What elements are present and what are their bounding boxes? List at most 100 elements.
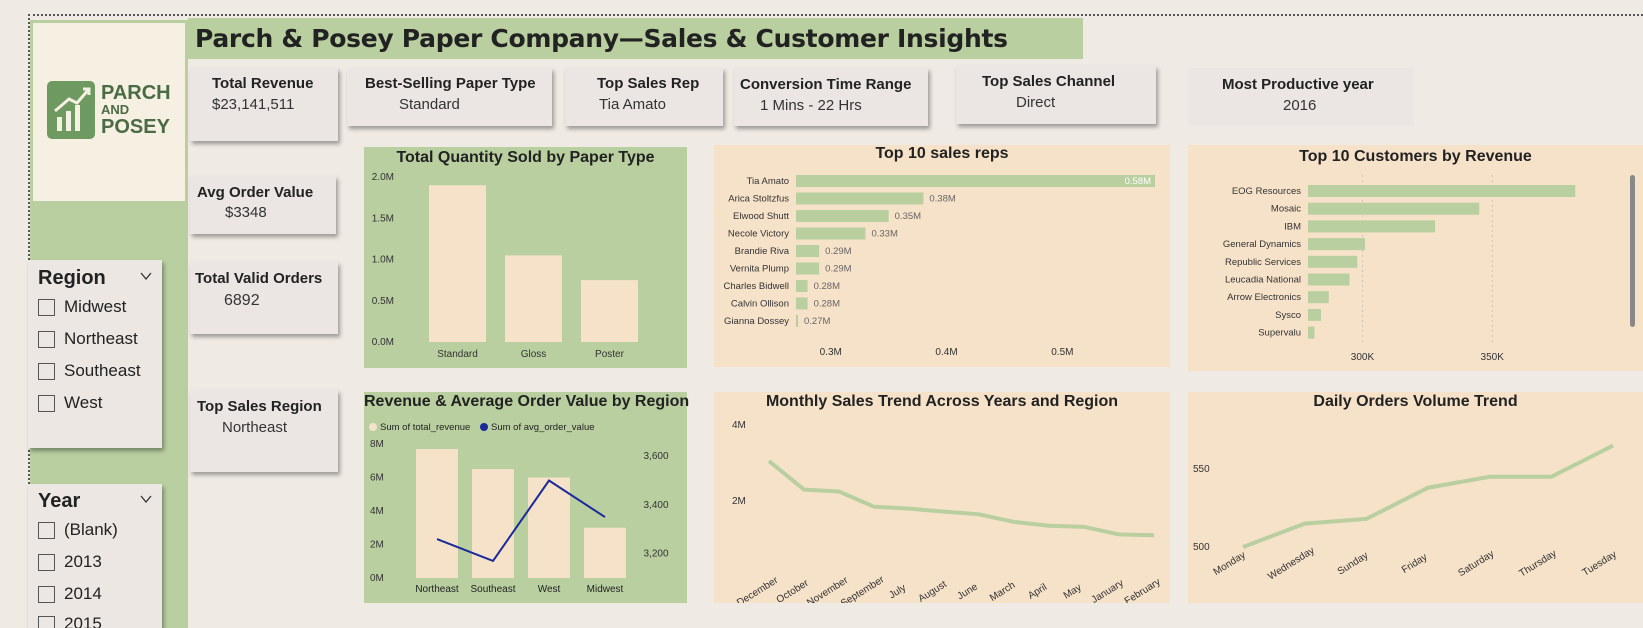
quantity-by-paper-type-chart[interactable]: Total Quantity Sold by Paper Type 0.0M 0.… <box>364 147 687 368</box>
checkbox[interactable] <box>38 521 55 539</box>
region-option-west[interactable]: West <box>38 393 102 413</box>
y-tick-label: 0.0M <box>372 337 394 348</box>
bar <box>796 175 1155 187</box>
kpi-value: 1 Mins - 22 Hrs <box>760 97 862 114</box>
legend-marker <box>480 423 488 431</box>
kpi-label: Total Revenue <box>212 75 314 92</box>
kpi-label: Top Sales Channel <box>982 73 1116 90</box>
kpi-total-valid-orders[interactable]: Total Valid Orders 6892 <box>190 262 338 334</box>
kpi-productive-year[interactable]: Most Productive year 2016 <box>1188 68 1414 126</box>
y-tick-label: 8M <box>370 439 384 450</box>
year-option-blank[interactable]: (Blank) <box>38 520 118 540</box>
bar <box>796 262 820 275</box>
bar <box>429 185 486 342</box>
daily-orders-trend-chart[interactable]: Daily Orders Volume Trend 500 550 Monday We… <box>1188 392 1643 603</box>
series-line <box>1242 443 1614 549</box>
kpi-value: Tia Amato <box>599 96 666 113</box>
x-tick-label: Wednesday <box>1266 545 1316 582</box>
top-customers-chart[interactable]: Top 10 Customers by Revenue EOG Resource… <box>1188 145 1643 371</box>
chevron-down-icon[interactable] <box>140 493 152 505</box>
x-tick-label: 0.5M <box>1051 347 1073 358</box>
company-logo: PARCH AND POSEY <box>30 20 188 204</box>
checkbox[interactable] <box>38 615 55 628</box>
data-label: 0.58M <box>1125 176 1151 187</box>
y-tick-label: 4M <box>732 420 746 431</box>
x-tick-label: Tuesday <box>1581 549 1619 578</box>
chart-plot: 500 550 Monday Wednesday Sunday Friday Saturda… <box>1193 443 1619 582</box>
x-tick-label: March <box>988 580 1017 603</box>
category-label: Arica Stoltzfus <box>728 194 789 205</box>
category-label: EOG Resources <box>1232 186 1301 197</box>
chart-plot: 2M4MDecemberOctoberNovemberSeptember July… <box>732 420 1163 603</box>
bar <box>796 315 798 327</box>
x-tick-label: Midwest <box>587 584 624 595</box>
y-tick-label: 2M <box>370 540 384 551</box>
kpi-total-revenue[interactable]: Total Revenue $23,141,511 <box>190 68 338 141</box>
logo-text: PARCH AND POSEY <box>101 82 171 138</box>
bar <box>528 477 570 578</box>
category-label: General Dynamics <box>1223 239 1301 250</box>
chevron-down-icon[interactable] <box>140 270 152 282</box>
bar <box>796 192 924 205</box>
bar <box>796 245 820 257</box>
category-label: Tia Amato <box>747 176 789 187</box>
y-tick-label: 1.5M <box>372 213 394 224</box>
bar <box>796 280 808 292</box>
category-label: Mosaic <box>1271 204 1301 215</box>
year-option-2014[interactable]: 2014 <box>38 584 102 604</box>
monthly-sales-trend-chart[interactable]: Monthly Sales Trend Across Years and Reg… <box>714 392 1170 603</box>
top-sales-reps-chart[interactable]: Top 10 sales reps Tia Amato 0.58M Arica St… <box>714 145 1170 367</box>
x-tick-label: 0.4M <box>935 347 957 358</box>
series-line <box>767 459 1155 538</box>
year-option-2013[interactable]: 2013 <box>38 552 102 572</box>
checkbox[interactable] <box>38 394 55 412</box>
y-tick-label: 4M <box>370 506 384 517</box>
x-tick-label: July <box>887 583 908 602</box>
region-option-southeast[interactable]: Southeast <box>38 361 141 381</box>
checkbox[interactable] <box>38 298 55 316</box>
kpi-conversion-time[interactable]: Conversion Time Range 1 Mins - 22 Hrs <box>734 68 928 126</box>
region-slicer[interactable]: Region Midwest Northeast Southeast West <box>28 260 162 448</box>
kpi-top-sales-region[interactable]: Top Sales Region Northeast <box>190 390 338 472</box>
year-option-2015[interactable]: 2015 <box>38 614 102 628</box>
y-tick-label: 6M <box>370 473 384 484</box>
bar <box>581 280 638 342</box>
scrollbar[interactable] <box>1630 175 1635 327</box>
legend-marker <box>369 423 377 431</box>
region-option-northeast[interactable]: Northeast <box>38 329 138 349</box>
category-label: Calvin Ollison <box>731 299 789 310</box>
kpi-avg-order-value[interactable]: Avg Order Value $3348 <box>190 176 336 234</box>
checkbox[interactable] <box>38 585 55 603</box>
category-label: Sysco <box>1275 310 1301 321</box>
category-label: Vernita Plump <box>730 264 789 275</box>
x-tick-label: West <box>538 584 561 595</box>
y2-tick-label: 3,400 <box>643 500 668 511</box>
y-tick-label: 500 <box>1193 542 1210 553</box>
kpi-value: 2016 <box>1283 97 1317 114</box>
kpi-top-sales-channel[interactable]: Top Sales Channel Direct <box>956 66 1156 124</box>
kpi-best-selling-paper[interactable]: Best-Selling Paper Type Standard <box>347 68 552 126</box>
checkbox[interactable] <box>38 553 55 571</box>
x-tick-label: 350K <box>1481 352 1505 363</box>
kpi-label: Top Sales Rep <box>597 75 700 92</box>
bar <box>1308 326 1315 339</box>
data-label: 0.27M <box>804 316 830 327</box>
kpi-label: Best-Selling Paper Type <box>365 75 536 92</box>
year-slicer[interactable]: Year (Blank) 2013 2014 2015 <box>28 484 162 628</box>
x-tick-label: 0.3M <box>820 347 842 358</box>
category-label: Charles Bidwell <box>724 281 789 292</box>
revenue-aov-by-region-chart[interactable]: Revenue & Average Order Value by Region … <box>364 392 689 603</box>
chart-plot: EOG Resources Mosaic IBM General Dynamics Re… <box>1223 175 1576 363</box>
kpi-top-sales-rep[interactable]: Top Sales Rep Tia Amato <box>565 68 723 126</box>
x-tick-label: February <box>1123 577 1163 603</box>
checkbox[interactable] <box>38 330 55 348</box>
bar <box>796 210 889 222</box>
data-label: 0.29M <box>825 246 851 257</box>
region-option-midwest[interactable]: Midwest <box>38 297 126 317</box>
y-tick-label: 0M <box>370 573 384 584</box>
x-tick-label: May <box>1062 582 1084 601</box>
kpi-label: Avg Order Value <box>197 184 314 201</box>
checkbox[interactable] <box>38 362 55 380</box>
y2-tick-label: 3,200 <box>643 549 668 560</box>
data-label: 0.38M <box>929 194 955 205</box>
